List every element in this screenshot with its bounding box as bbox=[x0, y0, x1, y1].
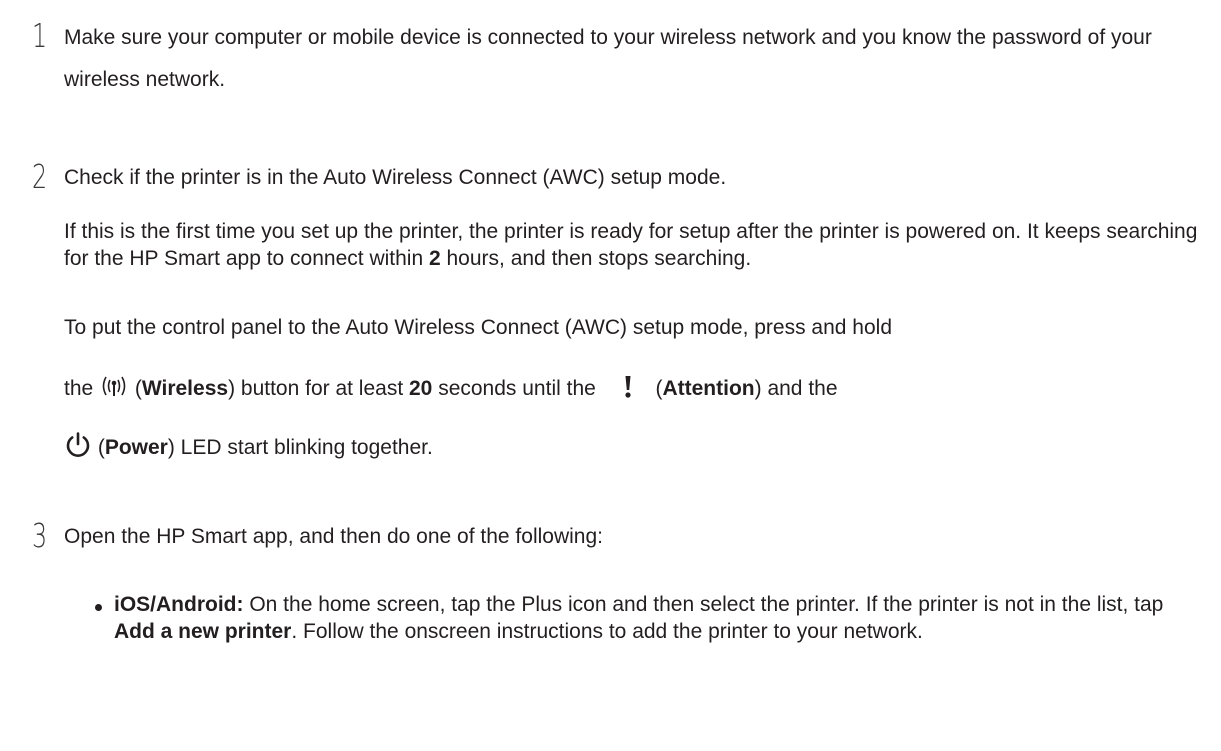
platform-label: iOS/Android: bbox=[114, 593, 244, 616]
step-number: 2 bbox=[32, 157, 48, 196]
step-number: 3 bbox=[32, 516, 48, 555]
power-icon bbox=[64, 431, 92, 466]
step-text: Check if the printer is in the Auto Wire… bbox=[64, 166, 727, 189]
step-paragraph: If this is the first time you set up the… bbox=[64, 220, 1198, 270]
bullet-item: iOS/Android: On the home screen, tap the… bbox=[114, 593, 1164, 643]
step-paragraph-line: To put the control panel to the Auto Wir… bbox=[64, 316, 892, 339]
hours-value: 2 bbox=[428, 246, 441, 270]
wireless-label: Wireless bbox=[141, 377, 229, 401]
step-paragraph-line: (Power) LED start blinking together. bbox=[64, 431, 1204, 466]
seconds-value: 20 bbox=[409, 377, 433, 401]
power-label: Power bbox=[104, 436, 168, 460]
attention-icon bbox=[622, 373, 634, 406]
step-paragraph-line: the (Wireless) button for at least 20 se… bbox=[64, 373, 1204, 406]
attention-label: Attention bbox=[662, 377, 755, 401]
wireless-icon bbox=[99, 374, 129, 405]
bullet-marker bbox=[95, 604, 102, 611]
step-number: 1 bbox=[32, 16, 48, 55]
step-text: Open the HP Smart app, and then do one o… bbox=[64, 525, 603, 548]
step-text: Make sure your computer or mobile device… bbox=[64, 26, 1152, 91]
add-printer-link[interactable]: Add a new printer bbox=[114, 620, 291, 643]
